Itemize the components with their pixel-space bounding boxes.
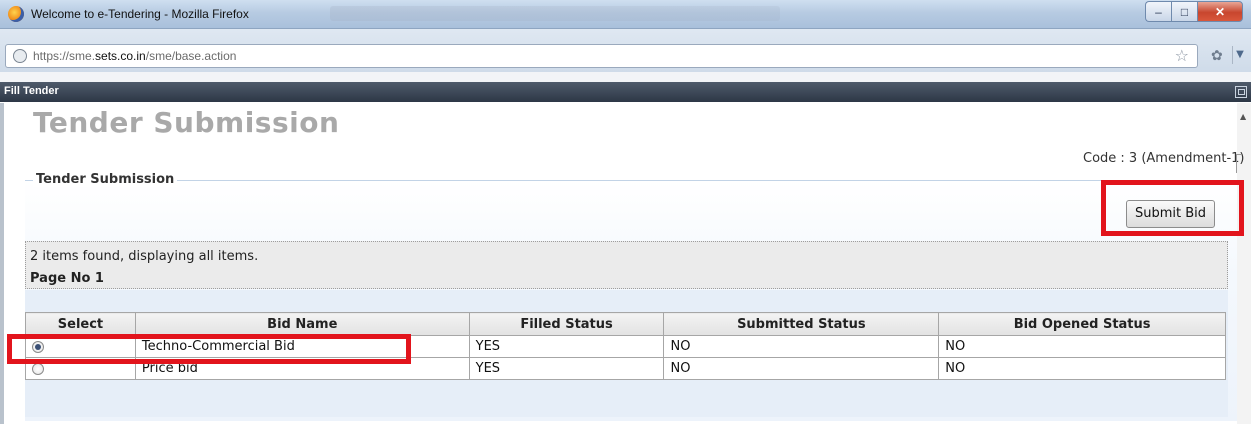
divider xyxy=(1236,154,1241,173)
table-row: Price bid YES NO NO xyxy=(25,357,1226,380)
close-icon[interactable]: ✕ xyxy=(1197,1,1243,22)
bid-opened-status-cell: NO xyxy=(938,335,1226,358)
filled-status-cell: YES xyxy=(468,335,665,358)
column-header-bid-name: Bid Name xyxy=(134,312,470,336)
panel-title: Fill Tender xyxy=(4,85,59,97)
bid-select-radio[interactable] xyxy=(32,362,44,375)
fieldset-border xyxy=(25,180,1237,181)
bid-select-radio[interactable] xyxy=(32,340,44,353)
table-row: Techno-Commercial Bid YES NO NO xyxy=(25,335,1226,358)
bid-name-cell: Techno-Commercial Bid xyxy=(134,335,470,358)
panel-gap xyxy=(0,72,1251,82)
firefox-icon xyxy=(8,6,24,22)
window-controls: – □ ✕ xyxy=(1145,1,1243,22)
column-header-filled-status: Filled Status xyxy=(468,312,665,336)
select-cell xyxy=(25,357,136,380)
minimize-icon[interactable]: – xyxy=(1145,1,1171,22)
submitted-status-cell: NO xyxy=(663,357,940,380)
tender-code: Code : 3 (Amendment-1) xyxy=(1083,151,1245,166)
bookmark-star-icon[interactable]: ☆ xyxy=(1175,46,1189,65)
globe-icon xyxy=(13,49,27,63)
restore-icon[interactable] xyxy=(1235,86,1247,98)
url-bar[interactable]: https://sme.sets.co.in/sme/base.action ☆ xyxy=(5,44,1198,68)
submit-bid-button[interactable]: Submit Bid xyxy=(1126,200,1215,228)
items-found-text: 2 items found, displaying all items. xyxy=(30,249,259,264)
column-header-submitted-status: Submitted Status xyxy=(663,312,940,336)
column-header-bid-opened-status: Bid Opened Status xyxy=(938,312,1226,336)
chevron-down-icon[interactable]: ▼ xyxy=(1232,46,1247,64)
window-title-bar: Welcome to e-Tendering - Mozilla Firefox… xyxy=(0,0,1251,29)
panel-header: Fill Tender xyxy=(0,82,1251,102)
page-number: Page No 1 xyxy=(30,271,104,286)
column-header-select: Select xyxy=(25,312,136,336)
maximize-icon[interactable]: □ xyxy=(1171,1,1197,22)
bid-opened-status-cell: NO xyxy=(938,357,1226,380)
window-title: Welcome to e-Tendering - Mozilla Firefox xyxy=(31,7,249,21)
bid-name-cell: Price bid xyxy=(134,357,470,380)
bids-table: Select Bid Name Filled Status Submitted … xyxy=(25,312,1226,380)
select-cell xyxy=(25,335,136,358)
page-title: Tender Submission xyxy=(33,106,340,139)
table-header-row: Select Bid Name Filled Status Submitted … xyxy=(25,312,1226,336)
addon-icon[interactable]: ✿ xyxy=(1211,48,1223,64)
fieldset-legend: Tender Submission xyxy=(33,172,178,187)
filled-status-cell: YES xyxy=(468,357,665,380)
submitted-status-cell: NO xyxy=(663,335,940,358)
scroll-up-icon[interactable]: ▲ xyxy=(1240,112,1246,121)
url-text: https://sme.sets.co.in/sme/base.action xyxy=(33,49,237,63)
background-window-ghost xyxy=(330,6,780,21)
